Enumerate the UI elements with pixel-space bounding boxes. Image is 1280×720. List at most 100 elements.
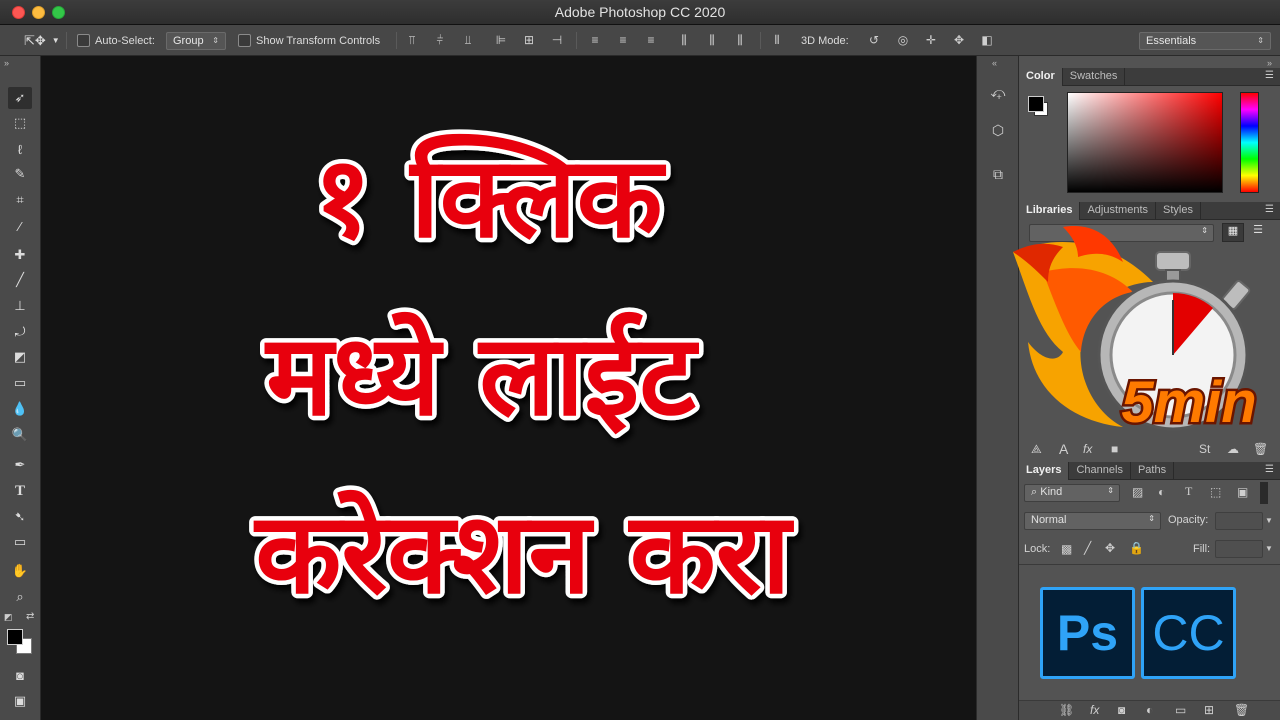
dodge-tool-icon[interactable]: 🔍 (8, 424, 32, 446)
type-tool-icon[interactable]: T (8, 480, 32, 502)
history-brush-tool-icon[interactable]: ⤾ (8, 321, 32, 343)
distribute-vcenter-icon[interactable]: ≡ (616, 33, 630, 48)
quick-select-tool-icon[interactable]: ✎ (8, 163, 32, 185)
blend-mode-dropdown[interactable]: Normal ⇕ (1024, 512, 1161, 530)
filter-pixel-icon[interactable]: ▨ (1132, 485, 1143, 499)
distribute-right-icon[interactable]: ⫼ (733, 33, 747, 48)
lock-position-icon[interactable]: ✥ (1105, 541, 1115, 555)
panel-menu-icon[interactable]: ☰ (1265, 70, 1274, 81)
align-top-icon[interactable]: ⫪ (405, 33, 419, 48)
3d-drag-icon[interactable]: ✛ (924, 33, 938, 48)
marquee-tool-icon[interactable]: ⬚ (8, 112, 32, 134)
path-selection-tool-icon[interactable]: ➷ (8, 506, 32, 528)
lock-transparent-icon[interactable]: ▩ (1061, 542, 1072, 556)
tab-paths[interactable]: Paths (1131, 462, 1175, 480)
layer-style-icon[interactable]: fx (1090, 703, 1099, 717)
3d-roll-icon[interactable]: ◎ (896, 33, 910, 48)
healing-brush-tool-icon[interactable]: ✚ (8, 244, 32, 266)
3d-scale-icon[interactable]: ◧ (980, 33, 994, 48)
eraser-tool-icon[interactable]: ◩ (8, 346, 32, 368)
zoom-tool-icon[interactable]: ⌕ (8, 586, 32, 608)
chevron-down-icon[interactable]: ▼ (1265, 540, 1275, 558)
auto-align-icon[interactable]: ⫴ (770, 33, 784, 48)
add-graphic-icon[interactable]: ⟁ (1031, 442, 1042, 457)
foreground-color-swatch[interactable] (7, 629, 23, 645)
tab-swatches[interactable]: Swatches (1063, 68, 1126, 86)
hue-slider[interactable] (1240, 92, 1259, 193)
tab-layers[interactable]: Layers (1019, 462, 1070, 480)
distribute-bottom-icon[interactable]: ≡ (644, 33, 658, 48)
add-text-icon[interactable]: A (1059, 441, 1068, 457)
filter-shape-icon[interactable]: ⬚ (1210, 485, 1221, 499)
quick-mask-icon[interactable]: ◙ (8, 664, 32, 686)
filter-adjustment-icon[interactable]: ◐ (1158, 485, 1165, 499)
opacity-field[interactable] (1215, 512, 1263, 530)
stock-icon[interactable]: St (1199, 442, 1210, 456)
panel-menu-icon[interactable]: ☰ (1265, 204, 1274, 215)
default-colors-icon[interactable]: ◩ (4, 612, 13, 623)
new-layer-icon[interactable]: ⊞ (1204, 703, 1214, 717)
3d-rotate-icon[interactable]: ↺ (867, 33, 881, 48)
distribute-top-icon[interactable]: ≡ (588, 33, 602, 48)
layer-mask-icon[interactable]: ◙ (1118, 703, 1125, 717)
collapse-panels-icon[interactable]: » (1267, 58, 1272, 68)
move-tool-preset[interactable]: ⇱✥ ▼ (24, 25, 60, 56)
eyedropper-tool-icon[interactable]: ⁄ (8, 215, 32, 237)
expand-panels-icon[interactable]: « (992, 58, 997, 68)
lasso-tool-icon[interactable]: ℓ (8, 138, 32, 160)
align-vcenter-icon[interactable]: ⫩ (433, 33, 447, 48)
chevron-down-icon[interactable]: ▼ (1265, 512, 1275, 530)
align-bottom-icon[interactable]: ⫫ (461, 33, 475, 48)
filter-smart-object-icon[interactable]: ▣ (1237, 485, 1248, 499)
add-color-icon[interactable]: ■ (1111, 442, 1118, 456)
link-layers-icon[interactable]: ⛓ (1059, 703, 1074, 717)
history-panel-icon[interactable]: ⤽ (986, 80, 1010, 104)
gradient-tool-icon[interactable]: ▭ (8, 372, 32, 394)
filter-type-icon[interactable]: T (1185, 484, 1192, 499)
fill-field[interactable] (1215, 540, 1263, 558)
lock-all-icon[interactable]: 🔒 (1129, 541, 1144, 555)
pen-tool-icon[interactable]: ✒ (8, 454, 32, 476)
tab-color[interactable]: Color (1019, 68, 1063, 86)
workspace-dropdown[interactable]: Essentials ⇕ (1139, 31, 1271, 50)
transform-controls-checkbox[interactable] (238, 34, 251, 47)
auto-select-checkbox[interactable] (77, 34, 90, 47)
divider (396, 32, 397, 49)
tab-libraries[interactable]: Libraries (1019, 202, 1081, 220)
align-left-icon[interactable]: ⊫ (494, 33, 508, 48)
panel-foreground-swatch[interactable] (1028, 96, 1044, 112)
move-tool-icon[interactable]: ➶ (8, 87, 32, 109)
brush-tool-icon[interactable]: ╱ (8, 269, 32, 291)
trash-icon[interactable]: 🗑 (1253, 442, 1268, 456)
swap-colors-icon[interactable]: ⇄ (26, 611, 34, 622)
blur-tool-icon[interactable]: 💧 (8, 398, 32, 420)
lock-image-icon[interactable]: ╱ (1084, 541, 1091, 555)
hand-tool-icon[interactable]: ✋ (8, 560, 32, 582)
distribute-hcenter-icon[interactable]: ⫼ (705, 33, 719, 48)
properties-panel-icon[interactable]: ⧉ (986, 162, 1010, 186)
filter-toggle[interactable] (1260, 482, 1268, 504)
add-style-icon[interactable]: fx (1083, 442, 1092, 456)
auto-select-dropdown[interactable]: Group ⇕ (166, 31, 226, 50)
tab-adjustments[interactable]: Adjustments (1080, 202, 1156, 220)
tab-channels[interactable]: Channels (1069, 462, 1131, 480)
delete-layer-icon[interactable]: 🗑 (1234, 703, 1249, 717)
align-hcenter-icon[interactable]: ⊞ (522, 33, 536, 48)
clone-stamp-tool-icon[interactable]: ⊥ (8, 295, 32, 317)
3d-slide-icon[interactable]: ✥ (952, 33, 966, 48)
adjustment-layer-icon[interactable]: ◐ (1146, 703, 1153, 717)
screen-mode-icon[interactable]: ▣ (8, 690, 32, 712)
collapse-icon[interactable]: » (4, 58, 9, 68)
align-right-icon[interactable]: ⊣ (550, 33, 564, 48)
new-group-icon[interactable]: ▭ (1175, 703, 1186, 717)
3d-panel-icon[interactable]: ⬡ (986, 118, 1010, 142)
document-canvas[interactable]: १ क्लिक मध्ये लाईट करेक्शन करा (41, 56, 976, 720)
sync-icon[interactable]: ☁ (1227, 442, 1239, 456)
rectangle-tool-icon[interactable]: ▭ (8, 531, 32, 553)
crop-tool-icon[interactable]: ⌗ (8, 189, 32, 211)
panel-menu-icon[interactable]: ☰ (1265, 464, 1274, 475)
color-field[interactable] (1067, 92, 1223, 193)
layer-kind-filter[interactable]: ⌕ Kind ⇕ (1024, 484, 1120, 502)
distribute-left-icon[interactable]: ⫼ (677, 33, 691, 48)
tab-styles[interactable]: Styles (1156, 202, 1201, 220)
